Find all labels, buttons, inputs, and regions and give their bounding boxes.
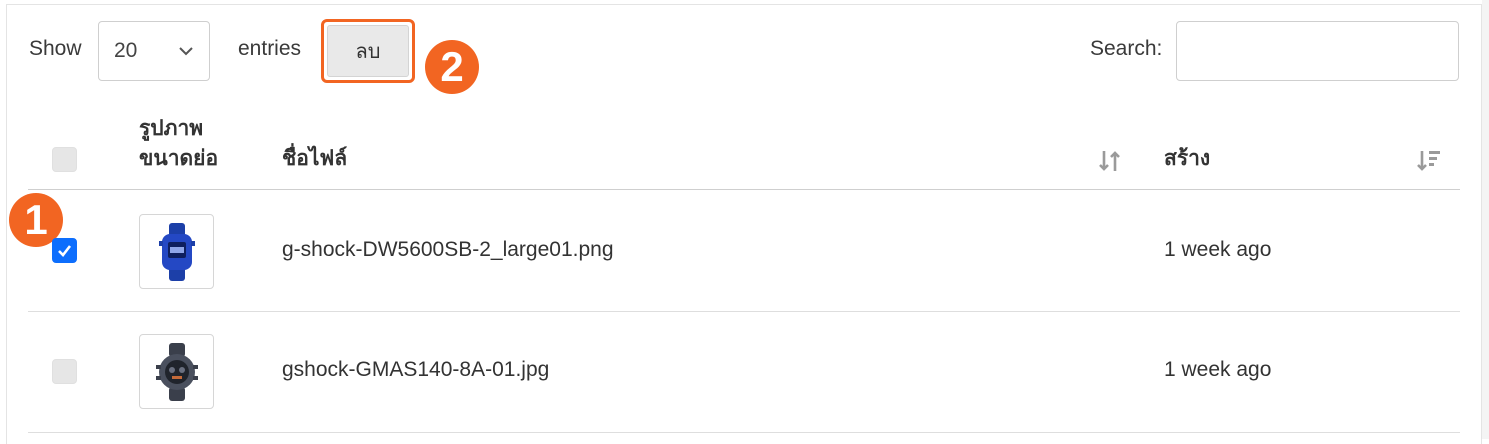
row-divider	[28, 311, 1460, 312]
filename-column-header[interactable]: ชื่อไฟล์	[282, 144, 347, 174]
delete-button-label: ลบ	[327, 25, 409, 77]
thumbnail-header-line2: ขนาดย่อ	[139, 147, 219, 170]
sort-both-icon[interactable]	[1097, 148, 1123, 174]
blue-watch-icon	[158, 222, 195, 281]
row-checkbox[interactable]	[52, 359, 77, 384]
entries-per-page-select[interactable]: 20	[98, 21, 210, 81]
created-cell: 1 week ago	[1164, 238, 1272, 261]
checkmark-icon	[58, 245, 72, 257]
step-2-badge: 2	[425, 40, 479, 94]
thumbnail-image[interactable]	[139, 214, 214, 289]
search-input[interactable]	[1176, 21, 1459, 81]
thumbnail-image[interactable]	[139, 334, 214, 409]
select-all-checkbox[interactable]	[52, 147, 77, 172]
thumbnail-header-line1: รูปภาพ	[139, 117, 204, 140]
scrollbar-track[interactable]	[1482, 0, 1489, 439]
entries-label: entries	[238, 37, 302, 60]
row-divider	[28, 432, 1460, 433]
created-column-header[interactable]: สร้าง	[1164, 144, 1210, 174]
sort-descending-icon[interactable]	[1416, 148, 1442, 174]
row-checkbox-checked[interactable]	[52, 238, 77, 263]
filename-cell: gshock-GMAS140-8A-01.jpg	[282, 358, 550, 381]
delete-button[interactable]: ลบ	[321, 19, 415, 83]
grey-watch-icon	[155, 342, 198, 401]
chevron-down-icon	[179, 47, 193, 56]
thumbnail-column-header: รูปภาพ ขนาดย่อ	[139, 114, 218, 174]
show-label: Show	[29, 37, 82, 60]
header-divider	[28, 189, 1460, 190]
search-label: Search:	[1090, 37, 1163, 60]
created-cell: 1 week ago	[1164, 358, 1272, 381]
entries-per-page-value: 20	[114, 39, 138, 62]
filename-cell: g-shock-DW5600SB-2_large01.png	[282, 238, 614, 261]
